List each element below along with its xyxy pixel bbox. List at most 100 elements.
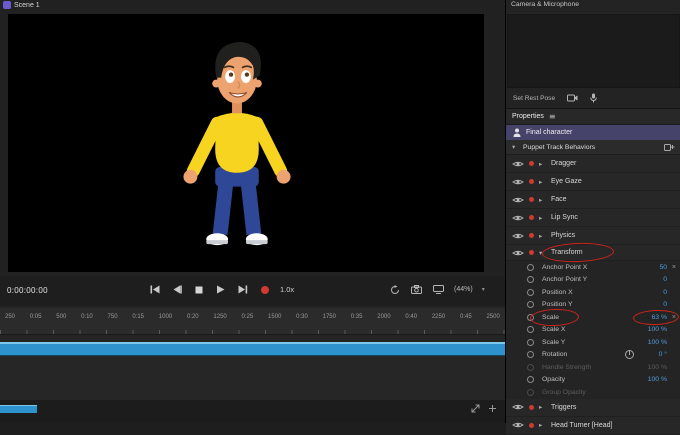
puppet-character[interactable] <box>162 32 312 260</box>
keyframe-toggle-icon[interactable] <box>527 376 534 384</box>
behavior-row-triggers[interactable]: ▸ Triggers <box>506 398 680 417</box>
keyframe-toggle-icon[interactable] <box>527 288 534 296</box>
eye-visibility-icon[interactable] <box>512 178 524 186</box>
fit-timeline-icon[interactable] <box>471 404 480 413</box>
behavior-row-face[interactable]: ▸ Face <box>506 191 680 209</box>
param-row-rotation[interactable]: Rotation 0 ° × <box>506 348 680 361</box>
arm-for-record-dot[interactable] <box>529 179 534 184</box>
behavior-row-head-turner[interactable]: ▸ Head Turner [Head] <box>506 416 680 435</box>
previous-frame-button[interactable] <box>170 283 183 296</box>
eye-visibility-icon[interactable] <box>512 403 524 411</box>
keyframe-toggle-icon[interactable] <box>527 301 534 309</box>
eye-visibility-icon[interactable] <box>512 196 524 204</box>
arm-for-record-dot[interactable] <box>529 233 534 238</box>
scene-viewport[interactable] <box>8 14 484 272</box>
keyframe-toggle-icon[interactable] <box>527 338 534 346</box>
go-to-start-button[interactable] <box>148 283 161 296</box>
properties-panel-header[interactable]: Properties ≡ <box>506 109 680 125</box>
arm-for-record-dot[interactable] <box>529 197 534 202</box>
next-frame-button[interactable] <box>236 283 249 296</box>
eye-visibility-icon[interactable] <box>512 214 524 222</box>
record-button[interactable] <box>258 283 271 296</box>
param-row-scale[interactable]: Scale 63 % × <box>506 308 680 327</box>
arm-for-record-dot[interactable] <box>529 215 534 220</box>
timeline-track-bar[interactable] <box>0 342 505 356</box>
param-value[interactable]: 100 % <box>637 339 667 346</box>
section-puppet-track-behaviors[interactable]: ▾ Puppet Track Behaviors <box>506 140 680 155</box>
chevron-right-icon[interactable]: ▸ <box>539 232 546 240</box>
selected-puppet-row[interactable]: Final character <box>506 125 680 140</box>
set-rest-pose-button[interactable]: Set Rest Pose <box>513 95 555 102</box>
chevron-down-icon[interactable]: ▾ <box>512 143 519 151</box>
timeline-ruler[interactable]: 250 0:05 500 0:10 750 0:15 1000 0:20 125… <box>0 308 505 335</box>
snapshot-camera-icon[interactable] <box>410 283 423 296</box>
camera-mic-panel-header[interactable]: Camera & Microphone <box>506 0 680 13</box>
eye-visibility-icon[interactable] <box>512 160 524 168</box>
param-row-scale-x[interactable]: Scale X 100 % × <box>506 323 680 336</box>
param-row-scale-y[interactable]: Scale Y 100 % × <box>506 336 680 349</box>
ruler-label: 2500 <box>486 314 500 320</box>
clear-value-icon[interactable]: × <box>667 264 676 271</box>
chevron-down-icon[interactable]: ▾ <box>539 249 546 257</box>
param-row-anchor-point-y[interactable]: Anchor Point Y 0 × <box>506 273 680 286</box>
eye-visibility-icon[interactable] <box>512 249 524 257</box>
keyframe-toggle-icon[interactable] <box>527 263 534 271</box>
clear-value-icon[interactable]: × <box>667 314 676 321</box>
zoom-level[interactable]: (44%) <box>454 286 473 293</box>
refresh-icon[interactable] <box>388 283 401 296</box>
chevron-down-icon[interactable]: ▾ <box>482 286 485 293</box>
param-row-anchor-point-x[interactable]: Anchor Point X 50 × <box>506 261 680 274</box>
chevron-right-icon[interactable]: ▸ <box>539 196 546 204</box>
keyframe-toggle-icon[interactable] <box>527 326 534 334</box>
section-title: Puppet Track Behaviors <box>523 143 596 151</box>
keyframe-toggle-icon[interactable] <box>527 276 534 284</box>
behavior-row-lip-sync[interactable]: ▸ Lip Sync <box>506 209 680 227</box>
rotation-dial-icon[interactable] <box>625 350 634 360</box>
scene-tab[interactable]: Scene 1 <box>3 1 40 9</box>
param-value[interactable]: 50 <box>637 264 667 271</box>
timeline-tracks-area[interactable] <box>0 356 505 401</box>
monitor-icon[interactable] <box>432 283 445 296</box>
eye-visibility-icon[interactable] <box>512 421 524 429</box>
param-value[interactable]: 0 ° <box>637 351 667 358</box>
keyframe-toggle-icon[interactable] <box>527 313 534 321</box>
arm-for-record-dot[interactable] <box>529 250 534 255</box>
playback-speed[interactable]: 1.0x <box>280 285 294 294</box>
timeline-scrollbar[interactable] <box>0 405 37 413</box>
param-value[interactable]: 100 % <box>637 376 667 383</box>
eye-visibility-icon[interactable] <box>512 232 524 240</box>
param-row-handle-strength[interactable]: Handle Strength 100 % × <box>506 361 680 374</box>
param-row-opacity[interactable]: Opacity 100 % × <box>506 373 680 386</box>
arm-for-record-dot[interactable] <box>529 422 534 428</box>
behavior-row-dragger[interactable]: ▸ Dragger <box>506 155 680 173</box>
timecode[interactable]: 0:00:00:00 <box>7 286 48 295</box>
zoom-in-icon[interactable] <box>488 404 497 413</box>
add-behavior-icon[interactable] <box>664 143 675 152</box>
eye-right <box>240 70 251 84</box>
arm-for-record-dot[interactable] <box>529 161 534 166</box>
stop-button[interactable] <box>192 283 205 296</box>
behavior-row-physics[interactable]: ▸ Physics <box>506 227 680 245</box>
param-value[interactable]: 63 % <box>637 314 668 321</box>
playback-controls: 1.0x <box>148 283 294 296</box>
chevron-right-icon[interactable]: ▸ <box>539 214 546 222</box>
keyframe-toggle-icon[interactable] <box>527 351 534 359</box>
webcam-toggle-icon[interactable] <box>567 94 578 102</box>
chevron-right-icon[interactable]: ▸ <box>539 421 546 429</box>
behavior-row-transform[interactable]: ▾ Transform <box>506 241 680 264</box>
param-row-group-opacity[interactable]: Group Opacity × <box>506 386 680 399</box>
microphone-toggle-icon[interactable] <box>590 93 597 103</box>
param-value[interactable]: 0 <box>637 301 667 308</box>
param-value[interactable]: 0 <box>637 289 667 296</box>
param-value[interactable]: 100 % <box>637 326 667 333</box>
chevron-right-icon[interactable]: ▸ <box>539 403 546 411</box>
chevron-right-icon[interactable]: ▸ <box>539 160 546 168</box>
arm-for-record-dot[interactable] <box>529 404 534 410</box>
behavior-row-eye-gaze[interactable]: ▸ Eye Gaze <box>506 173 680 191</box>
chevron-right-icon[interactable]: ▸ <box>539 178 546 186</box>
param-row-position-x[interactable]: Position X 0 × <box>506 286 680 299</box>
param-row-position-y[interactable]: Position Y 0 × <box>506 298 680 311</box>
panel-menu-icon[interactable]: ≡ <box>549 112 556 121</box>
play-button[interactable] <box>214 283 227 296</box>
param-value[interactable]: 0 <box>637 276 667 283</box>
